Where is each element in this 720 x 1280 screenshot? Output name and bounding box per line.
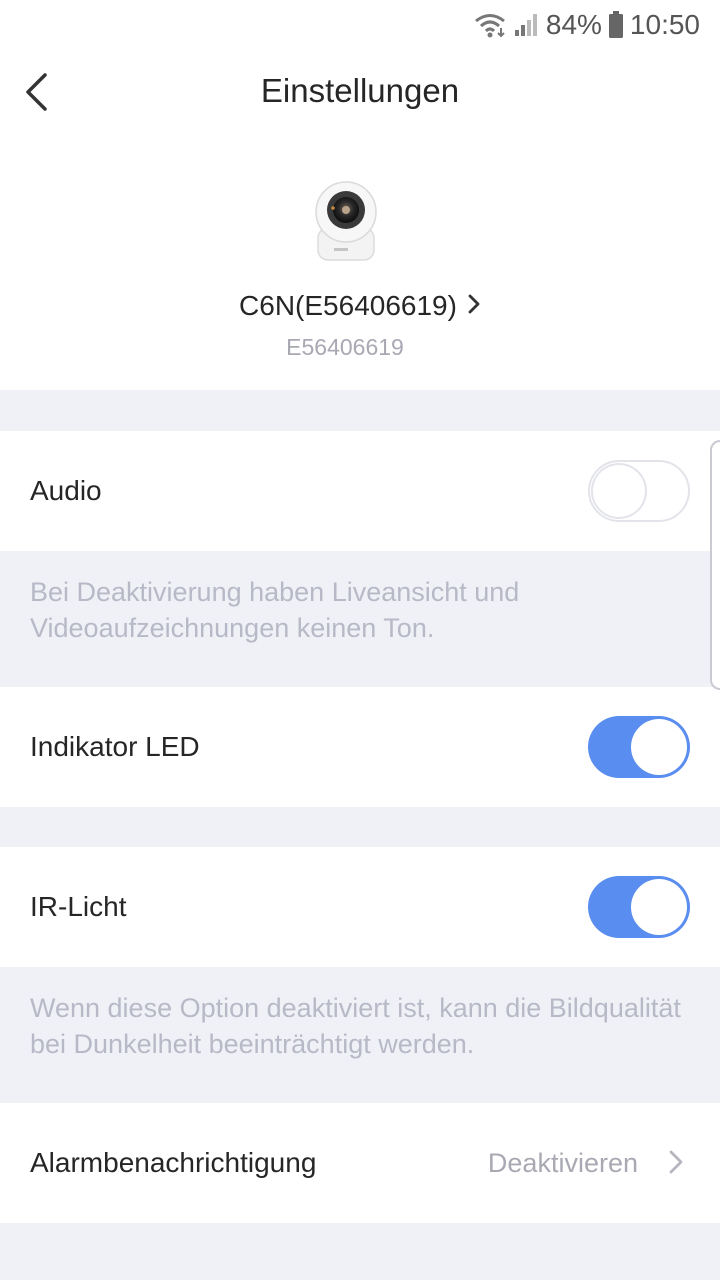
wifi-icon: [474, 12, 508, 38]
toggle-knob: [631, 879, 687, 935]
audio-toggle[interactable]: [588, 460, 690, 522]
toggle-knob: [631, 719, 687, 775]
camera-icon: [306, 170, 386, 266]
ir-row: IR-Licht: [0, 847, 720, 967]
battery-icon: [608, 11, 624, 39]
audio-note: Bei Deaktivierung haben Liveansicht und …: [30, 577, 520, 643]
led-toggle[interactable]: [588, 716, 690, 778]
ir-note: Wenn diese Option deaktiviert ist, kann …: [30, 993, 681, 1059]
app-header: Einstellungen: [0, 50, 720, 140]
chevron-right-icon: [467, 293, 481, 320]
alarm-value: Deaktivieren: [487, 1148, 638, 1178]
alarm-label: Alarmbenachrichtigung: [30, 1147, 317, 1178]
device-serial: E56406619: [286, 334, 404, 360]
audio-label: Audio: [30, 475, 102, 506]
status-bar: 84% 10:50: [0, 0, 720, 50]
signal-icon: [514, 12, 540, 38]
led-row: Indikator LED: [0, 687, 720, 807]
alarm-row[interactable]: Alarmbenachrichtigung Deaktivieren: [0, 1103, 720, 1223]
chevron-right-icon: [668, 1149, 684, 1180]
clock: 10:50: [629, 9, 700, 40]
scrollbar[interactable]: [710, 440, 720, 690]
device-name-link[interactable]: C6N(E56406619): [0, 290, 720, 322]
ir-toggle[interactable]: [588, 876, 690, 938]
battery-percent: 84%: [545, 9, 602, 40]
page-title: Einstellungen: [260, 72, 460, 109]
status-icons: 84% 10:50: [474, 8, 700, 42]
ir-label: IR-Licht: [30, 891, 127, 922]
device-name: C6N(E56406619): [239, 290, 457, 321]
toggle-knob: [591, 463, 647, 519]
audio-row: Audio: [0, 431, 720, 551]
led-label: Indikator LED: [30, 731, 200, 762]
device-card: C6N(E56406619) E56406619: [0, 140, 720, 390]
